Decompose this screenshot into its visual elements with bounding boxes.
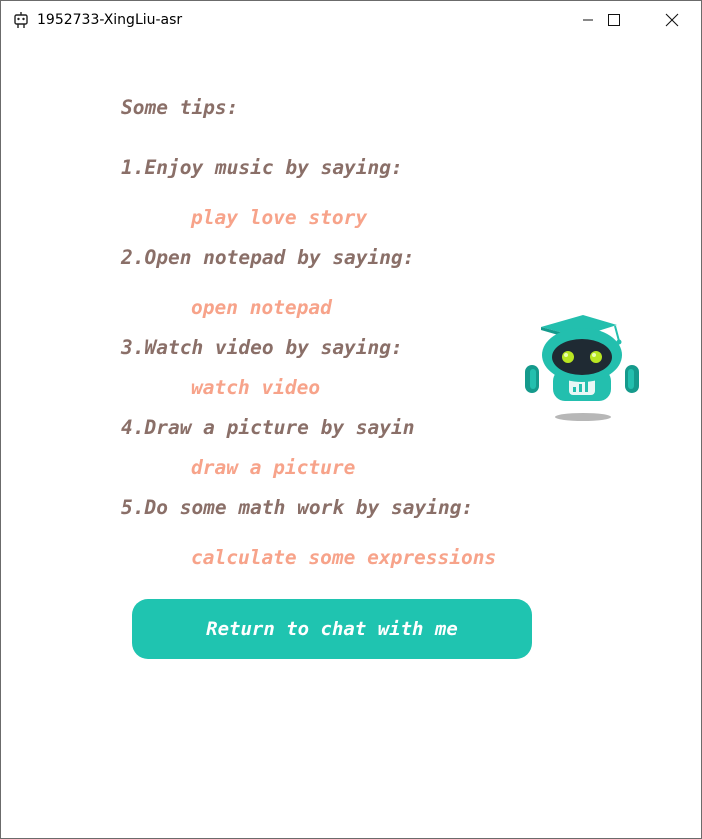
return-to-chat-button[interactable]: Return to chat with me — [132, 599, 532, 659]
window-title: 1952733-XingLiu-asr — [37, 12, 183, 28]
tip-2-command: open notepad — [191, 296, 332, 319]
tip-4-label: 4.Draw a picture by sayin — [121, 416, 415, 439]
tip-5-label: 5.Do some math work by saying: — [121, 496, 474, 519]
return-to-chat-label: Return to chat with me — [206, 618, 458, 640]
tip-1-command: play love story — [191, 206, 368, 229]
tip-3-command: watch video — [191, 376, 321, 399]
tip-5-command: calculate some expressions — [191, 546, 497, 569]
close-icon — [665, 13, 679, 27]
tip-3-label: 3.Watch video by saying: — [121, 336, 403, 359]
tip-2-label: 2.Open notepad by saying: — [121, 246, 415, 269]
tip-1-label: 1.Enjoy music by saying: — [121, 156, 403, 179]
tips-heading: Some tips: — [121, 96, 239, 119]
robot-mascot-icon — [525, 315, 639, 421]
title-bar[interactable]: 1952733-XingLiu-asr — [1, 1, 701, 39]
maximize-button[interactable] — [591, 1, 637, 39]
tip-4-command: draw a picture — [191, 456, 356, 479]
maximize-icon — [608, 14, 620, 26]
close-button[interactable] — [649, 1, 695, 39]
app-window: 1952733-XingLiu-asr Some tips: 1.Enjoy m… — [0, 0, 702, 839]
robot-app-icon — [14, 12, 28, 28]
